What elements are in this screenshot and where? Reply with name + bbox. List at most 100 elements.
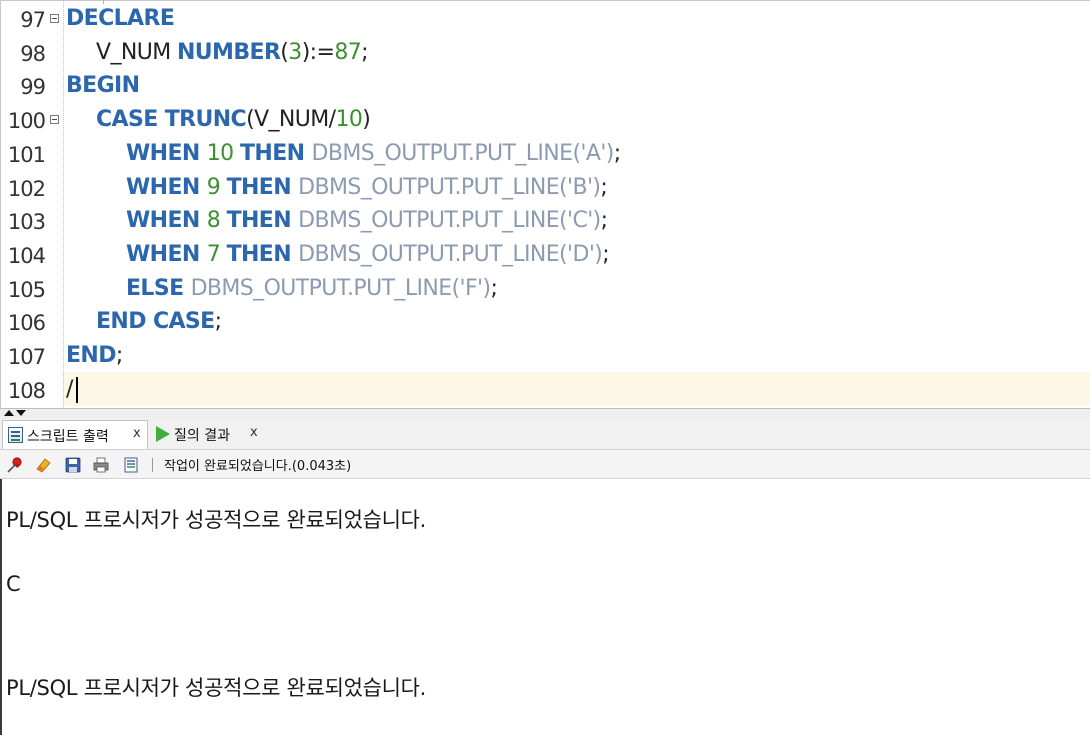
gutter-row: 108 (1, 373, 63, 407)
line-number: 107 (7, 345, 46, 369)
code-token: ; (490, 275, 498, 301)
code-line[interactable]: V_NUM NUMBER(3):=87; (96, 36, 369, 70)
code-line[interactable]: ELSE DBMS_OUTPUT.PUT_LINE('F'); (126, 272, 498, 306)
code-line[interactable]: WHEN 8 THEN DBMS_OUTPUT.PUT_LINE('C'); (126, 204, 608, 238)
line-number: 108 (7, 378, 46, 403)
gutter-row: 97 (1, 2, 63, 36)
code-token: DBMS_OUTPUT.PUT_LINE('F') (190, 275, 491, 301)
code-line[interactable]: BEGIN (66, 69, 140, 103)
output-tab-bar: 스크립트 출력 x 질의 결과 x (0, 418, 1090, 450)
code-token: 7 (206, 241, 227, 267)
code-token: (V_NUM/ (246, 107, 336, 133)
code-token: DECLARE (66, 6, 175, 31)
tab-script-output[interactable]: 스크립트 출력 x (2, 420, 148, 449)
fold-collapse-icon[interactable] (50, 14, 59, 23)
tab-query-result[interactable]: 질의 결과 x (152, 420, 272, 449)
toolbar-separator (152, 458, 153, 472)
gutter-row: 103 (1, 204, 63, 238)
code-token: DBMS_OUTPUT.PUT_LINE('B') (298, 174, 601, 200)
line-number-gutter: 97 98 99 100 101 102 103 104 105 106 107 108 (1, 0, 64, 408)
code-token: ; (602, 241, 610, 267)
gutter-row: 99 (1, 69, 63, 103)
code-token: WHEN (126, 140, 207, 166)
line-number: 99 (20, 75, 46, 100)
gutter-row: 104 (1, 238, 63, 272)
gutter-row: 102 (1, 171, 63, 205)
script-output-area[interactable]: PL/SQL 프로시저가 성공적으로 완료되었습니다. C PL/SQL 프로시… (0, 479, 1090, 735)
code-token: 3 (288, 39, 302, 65)
code-token: CASE (96, 107, 165, 133)
code-line[interactable]: / (66, 373, 73, 407)
code-token: WHEN (126, 208, 207, 234)
line-number: 98 (20, 41, 46, 66)
code-token: THEN (226, 241, 299, 267)
expand-up-icon[interactable] (4, 410, 14, 416)
code-token: ELSE (126, 275, 191, 301)
code-line[interactable]: WHEN 7 THEN DBMS_OUTPUT.PUT_LINE('D'); (126, 238, 610, 272)
code-token: ; (214, 309, 222, 335)
code-line[interactable]: END CASE; (96, 305, 222, 339)
line-number: 102 (7, 176, 46, 201)
code-token: 87 (334, 39, 362, 65)
code-token: WHEN (126, 174, 207, 200)
close-query-result-icon[interactable]: x (250, 425, 258, 440)
eraser-icon[interactable] (34, 456, 52, 474)
code-token: DBMS_OUTPUT.PUT_LINE('D') (298, 241, 603, 267)
gutter-row: 106 (1, 305, 63, 339)
code-editor[interactable]: 97 98 99 100 101 102 103 104 105 106 107 108 DECLAR… (0, 0, 1090, 408)
pin-icon[interactable] (6, 456, 24, 474)
play-icon (156, 426, 170, 442)
code-token: ; (613, 140, 621, 166)
tab-script-output-label: 스크립트 출력 (27, 429, 109, 445)
code-line[interactable]: DECLARE (66, 2, 175, 36)
output-toolbar: 작업이 완료되었습니다.(0.043초) (0, 450, 1090, 479)
print-icon[interactable] (92, 456, 110, 474)
code-token: V_NUM (96, 39, 177, 65)
code-token: ; (361, 39, 368, 65)
code-token: ; (115, 343, 123, 368)
code-token: 10 (335, 107, 363, 133)
collapse-down-icon[interactable] (16, 410, 26, 416)
code-token: END CASE (96, 309, 215, 335)
code-token: 9 (206, 174, 227, 200)
line-number: 104 (7, 243, 46, 268)
close-script-output-icon[interactable]: x (133, 426, 141, 441)
code-area[interactable]: DECLARE V_NUM NUMBER(3):=87; BEGIN CASE TRU… (66, 0, 1086, 408)
tab-query-result-label: 질의 결과 (174, 428, 230, 444)
line-number: 101 (7, 142, 46, 167)
status-text: 작업이 완료되었습니다.(0.043초) (164, 459, 352, 474)
text-caret (76, 377, 78, 403)
fold-collapse-icon[interactable] (50, 115, 59, 125)
gutter-row: 105 (1, 272, 63, 306)
code-token: ; (600, 174, 608, 200)
line-number: 97 (20, 8, 46, 32)
code-line[interactable]: WHEN 9 THEN DBMS_OUTPUT.PUT_LINE('B'); (126, 171, 608, 205)
code-token: DBMS_OUTPUT.PUT_LINE('A') (311, 140, 615, 166)
gutter-separator (63, 0, 64, 408)
code-line[interactable]: CASE TRUNC(V_NUM/10) (96, 103, 371, 137)
code-token: WHEN (126, 241, 207, 267)
code-token: TRUNC (164, 107, 247, 133)
code-token: THEN (226, 208, 299, 234)
code-token: ) (362, 107, 371, 133)
panel-splitter[interactable] (0, 408, 1090, 418)
output-line-1: PL/SQL 프로시저가 성공적으로 완료되었습니다. (6, 508, 427, 532)
code-line[interactable]: END; (66, 339, 123, 373)
output-line-2: C (6, 572, 21, 596)
script-file-icon[interactable] (122, 456, 140, 474)
line-number: 103 (7, 210, 46, 235)
code-token: NUMBER (176, 39, 281, 65)
code-token: ; (600, 208, 608, 234)
line-number: 100 (7, 109, 46, 134)
code-token: DBMS_OUTPUT.PUT_LINE('C') (298, 208, 601, 234)
code-token: END (66, 343, 117, 368)
gutter-row: 101 (1, 137, 63, 171)
code-token: THEN (239, 140, 312, 166)
script-output-icon (8, 427, 23, 443)
save-icon[interactable] (64, 456, 82, 474)
code-line[interactable]: WHEN 10 THEN DBMS_OUTPUT.PUT_LINE('A'); (126, 137, 621, 171)
code-token: ):= (301, 39, 335, 65)
code-token: 8 (206, 208, 227, 234)
gutter-row: 98 (1, 36, 63, 70)
code-token: THEN (226, 174, 299, 200)
